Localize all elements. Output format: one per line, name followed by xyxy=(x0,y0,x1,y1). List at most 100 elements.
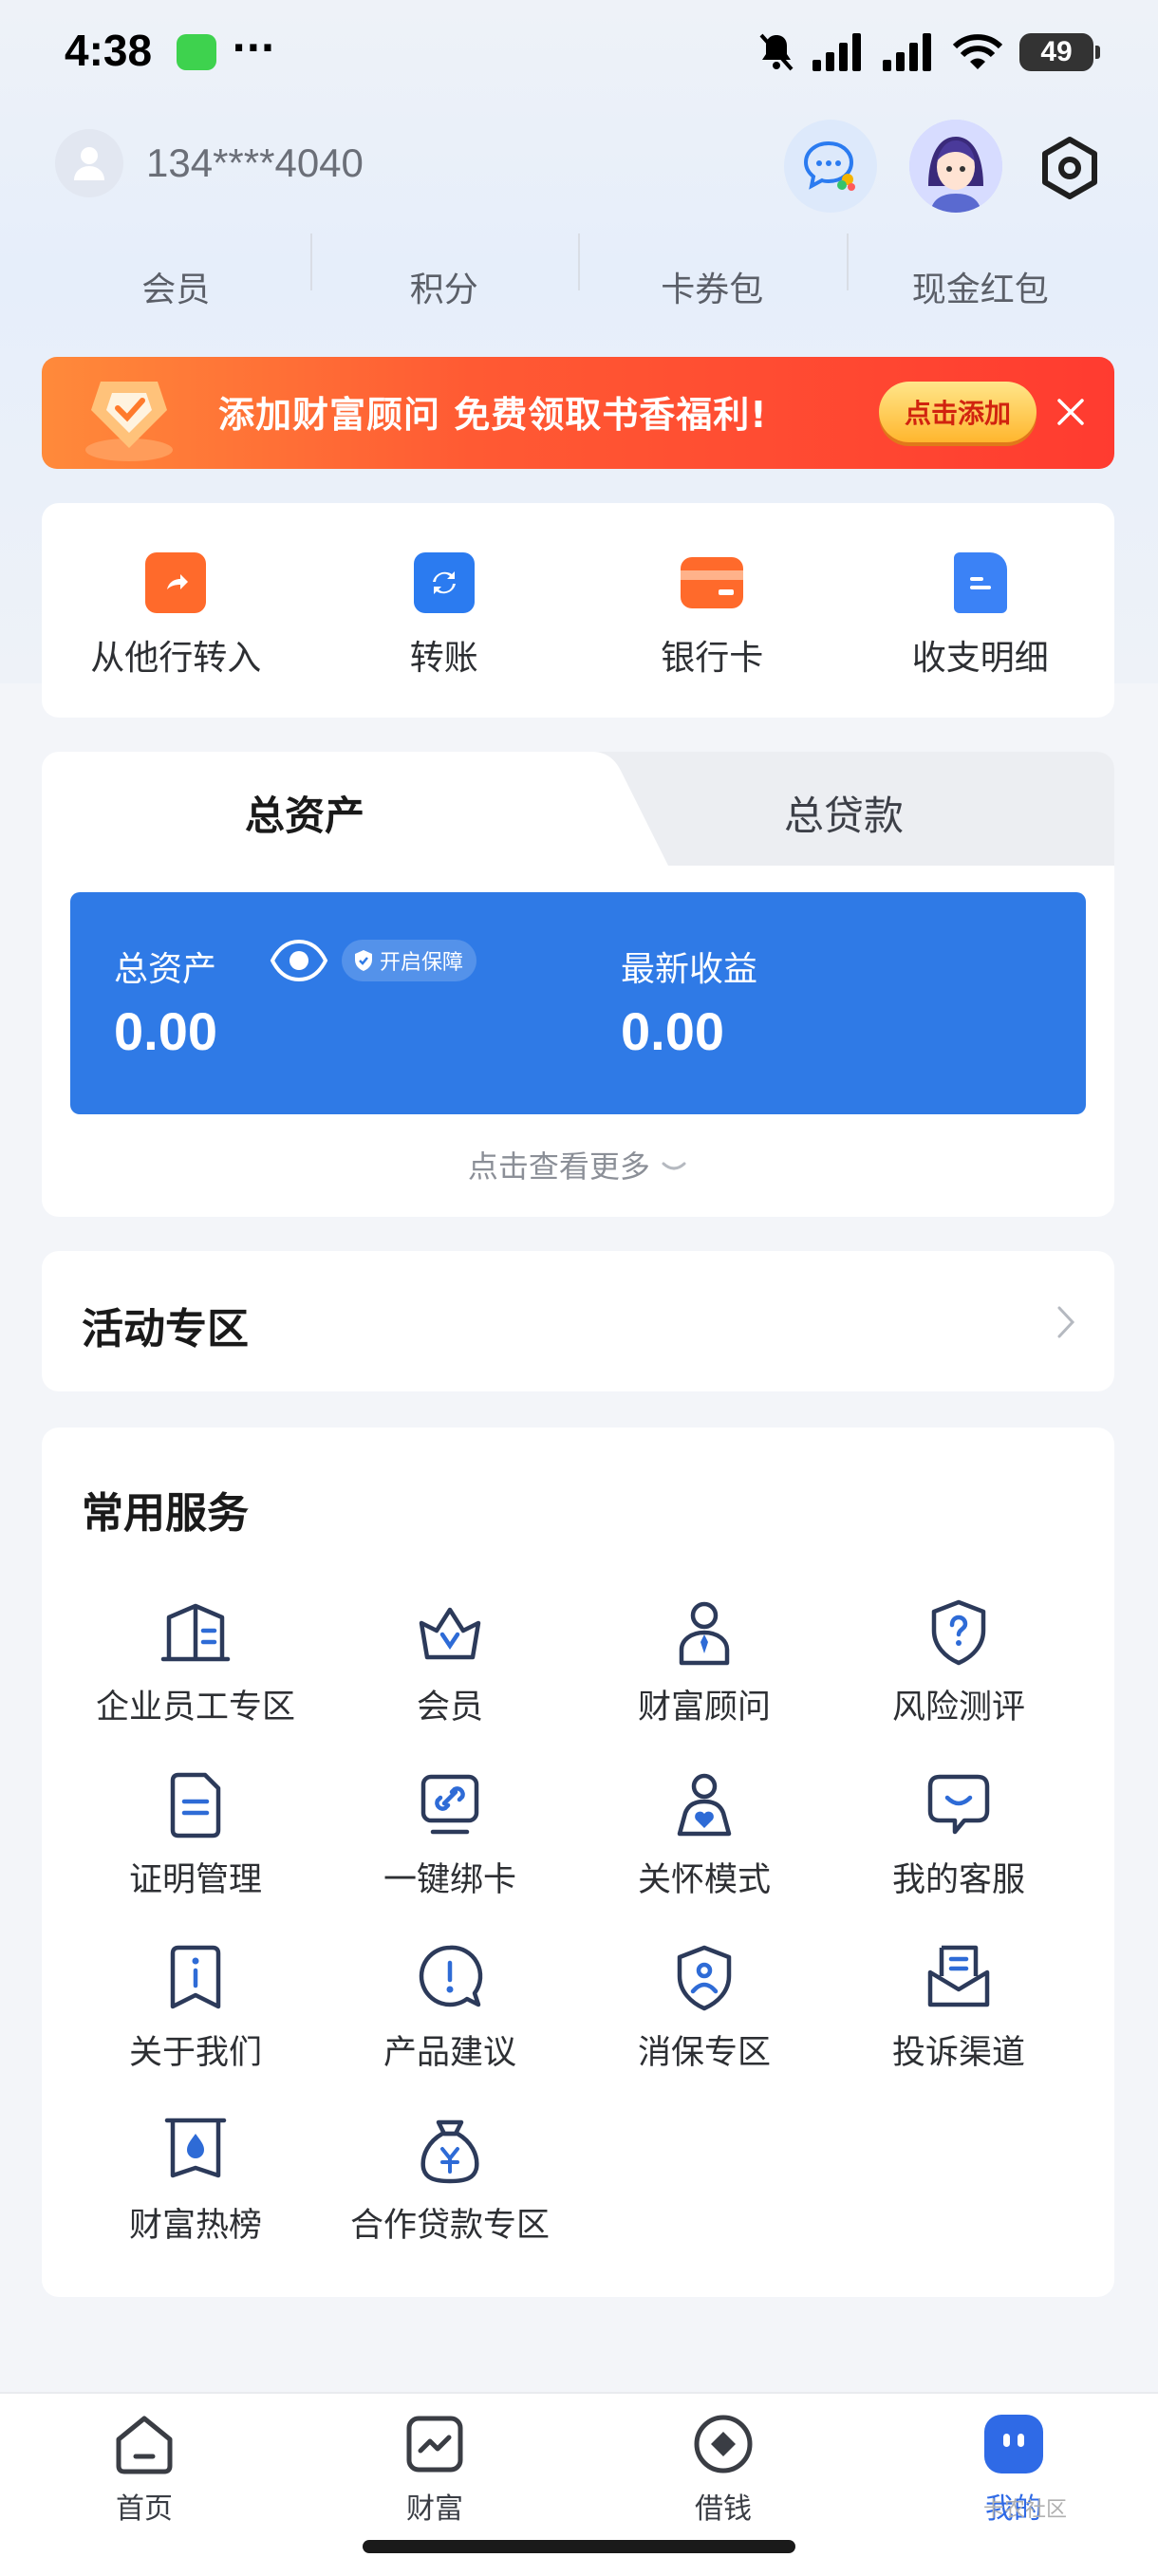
service-cooperative-loan[interactable]: 合作贷款专区 xyxy=(323,2113,577,2286)
service-care-mode[interactable]: 关怀模式 xyxy=(577,1767,831,1940)
service-label: 合作贷款专区 xyxy=(349,2207,550,2245)
close-icon xyxy=(1057,399,1084,425)
chat-bubble-icon xyxy=(803,140,855,191)
stat-coupons[interactable]: 卡券包 xyxy=(578,224,847,315)
service-label: 我的客服 xyxy=(891,1861,1025,1899)
service-enterprise-staff[interactable]: 企业员工专区 xyxy=(68,1595,323,1767)
eye-icon[interactable] xyxy=(270,934,328,987)
wifi-icon xyxy=(953,34,1002,69)
status-time: 4:38 xyxy=(65,26,153,75)
promo-close-button[interactable] xyxy=(1048,389,1093,435)
service-bind-card[interactable]: 一键绑卡 xyxy=(323,1767,577,1940)
total-assets-label: 总资产 xyxy=(114,950,217,989)
assets-summary[interactable]: 总资产 开启保障 0.00 最新收益 0.00 xyxy=(70,892,1086,1114)
stat-points[interactable]: 积分 xyxy=(309,224,579,315)
nav-label: 首页 xyxy=(116,2492,173,2526)
services-title: 常用服务 xyxy=(82,1489,249,1538)
service-complaint-channel[interactable]: 投诉渠道 xyxy=(831,1940,1086,2113)
service-label: 会员 xyxy=(416,1689,483,1727)
suggestion-icon xyxy=(419,1945,483,2007)
crown-icon xyxy=(419,1607,481,1660)
service-label: 证明管理 xyxy=(128,1861,262,1899)
nav-home[interactable]: 首页 xyxy=(68,2411,220,2527)
quick-label: 银行卡 xyxy=(661,639,764,678)
gift-badge-icon xyxy=(85,382,173,461)
home-icon xyxy=(116,2416,173,2474)
hot-list-icon xyxy=(164,2118,227,2178)
service-label: 财富热榜 xyxy=(128,2207,262,2245)
assistant-character-icon xyxy=(909,120,1002,213)
signal-icon xyxy=(812,33,861,71)
message-button[interactable] xyxy=(784,120,877,213)
info-icon xyxy=(170,1945,221,2009)
total-assets-value: 0.00 xyxy=(114,1001,217,1061)
avatar[interactable] xyxy=(55,129,123,197)
service-label: 一键绑卡 xyxy=(383,1861,516,1899)
activity-zone[interactable]: 活动专区 xyxy=(42,1251,1114,1391)
service-label: 投诉渠道 xyxy=(891,2034,1025,2072)
complaint-icon xyxy=(927,1945,990,2007)
service-risk-assessment[interactable]: 风险测评 xyxy=(831,1595,1086,1767)
assistant-avatar[interactable] xyxy=(909,120,1002,213)
protection-badge[interactable]: 开启保障 xyxy=(342,940,477,981)
view-more-link[interactable]: 点击查看更多 xyxy=(42,1143,1114,1186)
service-customer-service[interactable]: 我的客服 xyxy=(831,1767,1086,1940)
borrow-icon xyxy=(694,2415,753,2473)
service-consumer-protection[interactable]: 消保专区 xyxy=(577,1940,831,2113)
quick-statement[interactable]: 收支明细 xyxy=(847,503,1115,718)
building-icon xyxy=(160,1603,231,1662)
chevron-right-icon xyxy=(1057,1306,1075,1338)
service-member[interactable]: 会员 xyxy=(323,1595,577,1767)
quick-transfer[interactable]: 转账 xyxy=(310,503,579,718)
promo-text: 添加财富顾问 免费领取书香福利! xyxy=(218,394,768,436)
statement-icon xyxy=(953,552,1007,613)
quick-label: 转账 xyxy=(409,639,478,678)
tab-total-loans[interactable]: 总贷款 xyxy=(784,784,904,842)
service-label: 财富顾问 xyxy=(637,1689,771,1727)
tab-total-assets[interactable]: 总资产 xyxy=(245,784,364,842)
service-label: 关怀模式 xyxy=(637,1861,771,1899)
more-status-icon: ··· xyxy=(232,27,275,70)
service-wealth-hot-list[interactable]: 财富热榜 xyxy=(68,2113,323,2286)
service-about-us[interactable]: 关于我们 xyxy=(68,1940,323,2113)
quick-transfer-in[interactable]: 从他行转入 xyxy=(42,503,310,718)
nav-borrow[interactable]: 借钱 xyxy=(647,2411,799,2527)
account-stats: 会员 积分 卡券包 现金红包 xyxy=(42,224,1114,315)
service-label: 企业员工专区 xyxy=(95,1689,295,1727)
transfer-in-icon xyxy=(145,552,207,613)
quick-bank-card[interactable]: 银行卡 xyxy=(578,503,847,718)
service-product-suggestion[interactable]: 产品建议 xyxy=(323,1940,577,2113)
signal-2-icon xyxy=(883,33,931,71)
promo-banner[interactable]: 添加财富顾问 免费领取书香福利! 点击添加 xyxy=(42,357,1114,469)
nav-label: 借钱 xyxy=(695,2492,752,2526)
settings-hexagon-icon xyxy=(1042,137,1097,199)
user-icon xyxy=(74,147,104,180)
chevron-down-icon xyxy=(662,1162,686,1170)
service-label: 风险测评 xyxy=(891,1689,1025,1727)
shield-question-icon xyxy=(931,1599,986,1666)
loan-bag-icon xyxy=(420,2119,479,2184)
service-label: 关于我们 xyxy=(128,2034,262,2072)
customer-service-icon xyxy=(927,1774,990,1835)
bell-muted-icon xyxy=(759,33,794,71)
watermark: 卡农社区 xyxy=(983,2498,1068,2522)
home-indicator[interactable] xyxy=(363,2540,795,2553)
stat-member[interactable]: 会员 xyxy=(42,224,310,315)
latest-income-value: 0.00 xyxy=(621,1001,724,1061)
nav-wealth[interactable]: 财富 xyxy=(359,2411,511,2527)
activity-title: 活动专区 xyxy=(82,1305,249,1353)
common-services: 常用服务 企业员工专区 会员 财富顾问 风险测评 证明管理 一键绑卡 关怀模式 … xyxy=(42,1428,1114,2297)
quick-label: 收支明细 xyxy=(911,639,1049,678)
user-account[interactable]: 134****4040 xyxy=(55,129,364,197)
nav-label: 财富 xyxy=(406,2492,463,2526)
bank-card-icon xyxy=(681,557,744,608)
settings-button[interactable] xyxy=(1029,127,1111,209)
profile-icon xyxy=(984,2415,1043,2473)
service-certificate-management[interactable]: 证明管理 xyxy=(68,1767,323,1940)
promo-add-button[interactable]: 点击添加 xyxy=(879,382,1037,442)
advisor-icon xyxy=(679,1601,730,1666)
stat-cash-red-packet[interactable]: 现金红包 xyxy=(846,224,1115,315)
service-label: 消保专区 xyxy=(637,2034,771,2072)
services-grid: 企业员工专区 会员 财富顾问 风险测评 证明管理 一键绑卡 关怀模式 我的客服 … xyxy=(42,1595,1141,2286)
service-wealth-advisor[interactable]: 财富顾问 xyxy=(577,1595,831,1767)
